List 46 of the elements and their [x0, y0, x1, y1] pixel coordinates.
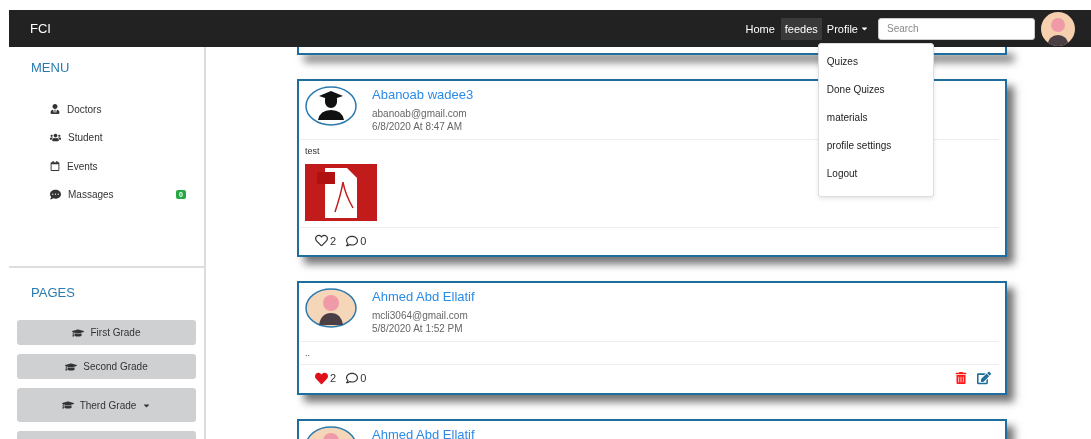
- profile-dropdown[interactable]: Profile: [823, 17, 872, 40]
- dropdown-item[interactable]: profile settings: [818, 131, 933, 160]
- pages-title: PAGES: [31, 285, 76, 300]
- like-button[interactable]: 2: [315, 371, 337, 385]
- post-date: 5/8/2020 At 1:52 PM: [372, 322, 464, 335]
- comment-icon: [346, 234, 359, 247]
- heart-icon: [315, 371, 328, 385]
- post-text: test: [304, 145, 321, 158]
- students-icon: [50, 132, 61, 144]
- author-email: abanoab@gmail.com: [372, 107, 468, 120]
- comment-button[interactable]: 0: [346, 372, 367, 384]
- graduation-cap-icon: [72, 326, 85, 339]
- events-icon: [50, 161, 60, 172]
- search-field[interactable]: Search: [878, 17, 1035, 40]
- comment-icon: [346, 372, 359, 384]
- edit-icon[interactable]: [977, 371, 991, 385]
- author-name[interactable]: Abanoab wadee3: [372, 87, 474, 102]
- sidebar-item[interactable]: Doctors: [50, 95, 186, 124]
- nav-link[interactable]: Home: [741, 17, 779, 40]
- menu-title: MENU: [31, 60, 71, 75]
- dropdown-item[interactable]: materials: [818, 103, 933, 132]
- dropdown-item[interactable]: Done Quizes: [818, 75, 933, 104]
- author-email: mcli3064@gmail.com: [372, 309, 469, 322]
- graduation-cap-icon: [61, 399, 74, 411]
- doctors-icon: [50, 104, 60, 115]
- author-name[interactable]: Ahmed Abd Ellatif: [372, 289, 475, 304]
- user-avatar[interactable]: [1041, 11, 1075, 46]
- grade-button[interactable]: Therd Grade: [17, 388, 196, 422]
- nav-link[interactable]: feedes: [780, 17, 822, 40]
- comment-button[interactable]: 0: [346, 234, 367, 247]
- dropdown-item[interactable]: Logout: [818, 159, 933, 188]
- heart-icon: [315, 234, 328, 247]
- post-text: ..: [304, 347, 311, 360]
- like-button[interactable]: 2: [315, 234, 337, 247]
- post-date: 6/8/2020 At 8:47 AM: [372, 120, 464, 133]
- grade-button[interactable]: First Grade: [17, 320, 196, 345]
- sidebar-item[interactable]: Events: [50, 152, 186, 181]
- delete-icon[interactable]: [955, 372, 967, 384]
- caret-icon: [860, 24, 869, 33]
- grade-button[interactable]: Second Grade: [17, 354, 196, 379]
- messages-icon: [50, 189, 61, 201]
- brand-logo[interactable]: FCI: [30, 21, 742, 36]
- author-name[interactable]: Ahmed Abd Ellatif: [372, 427, 475, 439]
- graduation-cap-icon: [65, 360, 78, 373]
- sidebar-item[interactable]: Student: [50, 123, 186, 152]
- dropdown-item[interactable]: Quizes: [818, 47, 933, 76]
